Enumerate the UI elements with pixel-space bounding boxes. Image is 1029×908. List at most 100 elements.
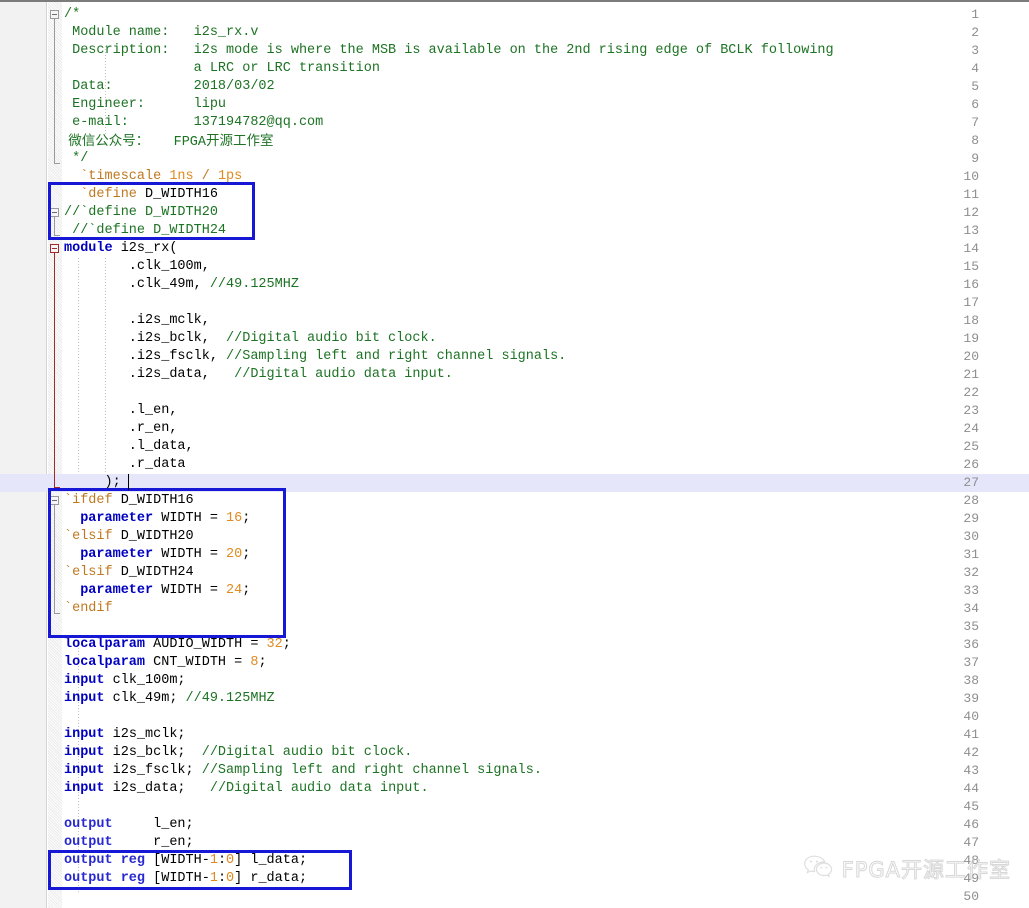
line-number: 31 xyxy=(963,547,979,562)
code-editor[interactable]: /* Module name: i2s_rx.v Description: i2… xyxy=(0,0,1029,908)
code-line[interactable]: `ifdef D_WIDTH16 xyxy=(0,492,1029,510)
text-caret xyxy=(128,474,129,490)
code-line[interactable]: module i2s_rx( xyxy=(0,240,1029,258)
code-token: l_en; xyxy=(112,817,194,832)
code-token: .r_data xyxy=(64,457,186,472)
line-number: 17 xyxy=(963,295,979,310)
code-line[interactable]: input i2s_fsclk; //Sampling left and rig… xyxy=(0,762,1029,780)
line-number: 15 xyxy=(963,259,979,274)
code-line[interactable]: .i2s_bclk, //Digital audio bit clock. xyxy=(0,330,1029,348)
code-line[interactable]: Module name: i2s_rx.v xyxy=(0,24,1029,42)
code-line[interactable]: `define D_WIDTH16 xyxy=(0,186,1029,204)
fold-range-end xyxy=(54,487,60,488)
fold-toggle-icon[interactable] xyxy=(50,10,59,19)
code-line[interactable]: input clk_100m; xyxy=(0,672,1029,690)
fold-toggle-icon[interactable] xyxy=(50,208,59,217)
code-token: //49.125MHZ xyxy=(209,277,299,292)
line-number: 22 xyxy=(963,385,979,400)
code-line[interactable]: `elsif D_WIDTH20 xyxy=(0,528,1029,546)
fold-toggle-icon[interactable] xyxy=(50,244,59,253)
line-number: 26 xyxy=(963,457,979,472)
code-line[interactable]: ); xyxy=(0,474,1029,492)
code-token: e-mail: 137194782@qq.com xyxy=(64,115,324,130)
line-number: 14 xyxy=(963,241,979,256)
code-token: WIDTH = xyxy=(153,583,227,598)
code-token: `ifdef xyxy=(64,493,113,508)
code-token: clk_49m; xyxy=(104,691,186,706)
code-token: localparam xyxy=(64,637,146,652)
code-line[interactable]: `elsif D_WIDTH24 xyxy=(0,564,1029,582)
code-line[interactable]: input i2s_data; //Digital audio data inp… xyxy=(0,780,1029,798)
code-line[interactable] xyxy=(0,708,1029,726)
code-token: .i2s_fsclk, xyxy=(64,349,227,364)
code-token: .l_data, xyxy=(64,439,194,454)
code-line[interactable]: parameter WIDTH = 24; xyxy=(0,582,1029,600)
code-token: input xyxy=(64,673,105,688)
line-number: 8 xyxy=(971,133,979,148)
line-number: 44 xyxy=(963,781,979,796)
code-line[interactable]: Engineer: lipu xyxy=(0,96,1029,114)
code-line[interactable] xyxy=(0,798,1029,816)
watermark-text: FPGA开源工作室 xyxy=(841,858,1011,883)
code-line[interactable]: .clk_100m, xyxy=(0,258,1029,276)
code-line[interactable] xyxy=(0,384,1029,402)
code-line[interactable]: Data: 2018/03/02 xyxy=(0,78,1029,96)
code-line[interactable]: .i2s_data, //Digital audio data input. xyxy=(0,366,1029,384)
line-number: 34 xyxy=(963,601,979,616)
code-line[interactable]: */ xyxy=(0,150,1029,168)
code-token: .r_en, xyxy=(64,421,178,436)
fold-toggle-icon[interactable] xyxy=(50,496,59,505)
code-line[interactable]: parameter WIDTH = 16; xyxy=(0,510,1029,528)
code-line[interactable]: .r_data xyxy=(0,456,1029,474)
code-line[interactable]: input clk_49m; //49.125MHZ xyxy=(0,690,1029,708)
code-line[interactable]: .i2s_fsclk, //Sampling left and right ch… xyxy=(0,348,1029,366)
code-line[interactable]: 微信公众号： FPGA开源工作室 xyxy=(0,132,1029,150)
watermark: FPGA开源工作室 xyxy=(803,854,1011,884)
code-token: D_WIDTH16 xyxy=(136,187,218,202)
code-token: input xyxy=(64,763,105,778)
code-token: D_WIDTH20 xyxy=(112,529,194,544)
code-token: /* xyxy=(64,7,81,22)
code-content[interactable]: /* Module name: i2s_rx.v Description: i2… xyxy=(0,2,1029,908)
code-line[interactable]: input i2s_mclk; xyxy=(0,726,1029,744)
code-line[interactable]: //`define D_WIDTH24 xyxy=(0,222,1029,240)
code-line[interactable]: /* xyxy=(0,6,1029,24)
code-token: .i2s_data, xyxy=(64,367,235,382)
code-line[interactable]: output r_en; xyxy=(0,834,1029,852)
code-line[interactable]: .clk_49m, //49.125MHZ xyxy=(0,276,1029,294)
line-number: 20 xyxy=(963,349,979,364)
code-line[interactable]: .l_en, xyxy=(0,402,1029,420)
code-token: `elsif xyxy=(64,529,113,544)
code-line[interactable]: `timescale 1ns / 1ps xyxy=(0,168,1029,186)
code-line[interactable]: input i2s_bclk; //Digital audio bit cloc… xyxy=(0,744,1029,762)
code-line[interactable] xyxy=(0,294,1029,312)
code-line[interactable]: .i2s_mclk, xyxy=(0,312,1029,330)
code-line[interactable]: Description: i2s mode is where the MSB i… xyxy=(0,42,1029,60)
code-line[interactable]: .l_data, xyxy=(0,438,1029,456)
code-line[interactable]: //`define D_WIDTH20 xyxy=(0,204,1029,222)
code-token: output xyxy=(64,817,113,832)
code-token: parameter xyxy=(80,511,154,526)
code-line[interactable] xyxy=(0,888,1029,906)
line-number: 37 xyxy=(963,655,979,670)
code-token: */ xyxy=(64,151,89,166)
code-token: CNT_WIDTH = xyxy=(145,655,251,670)
code-line[interactable]: localparam CNT_WIDTH = 8; xyxy=(0,654,1029,672)
code-line[interactable]: .r_en, xyxy=(0,420,1029,438)
code-token: 开源工作室 xyxy=(206,133,274,149)
code-token: //`define D_WIDTH24 xyxy=(64,223,227,238)
code-line[interactable]: e-mail: 137194782@qq.com xyxy=(0,114,1029,132)
code-line[interactable]: output l_en; xyxy=(0,816,1029,834)
line-number: 41 xyxy=(963,727,979,742)
code-token: output reg xyxy=(64,871,146,886)
code-token: Description: i2s mode is where the MSB i… xyxy=(64,43,834,58)
code-line[interactable]: localparam AUDIO_WIDTH = 32; xyxy=(0,636,1029,654)
code-line[interactable]: `endif xyxy=(0,600,1029,618)
code-token: 0 xyxy=(226,853,235,868)
line-number: 25 xyxy=(963,439,979,454)
code-line[interactable]: a LRC or LRC transition xyxy=(0,60,1029,78)
code-line[interactable] xyxy=(0,618,1029,636)
code-line[interactable]: parameter WIDTH = 20; xyxy=(0,546,1029,564)
